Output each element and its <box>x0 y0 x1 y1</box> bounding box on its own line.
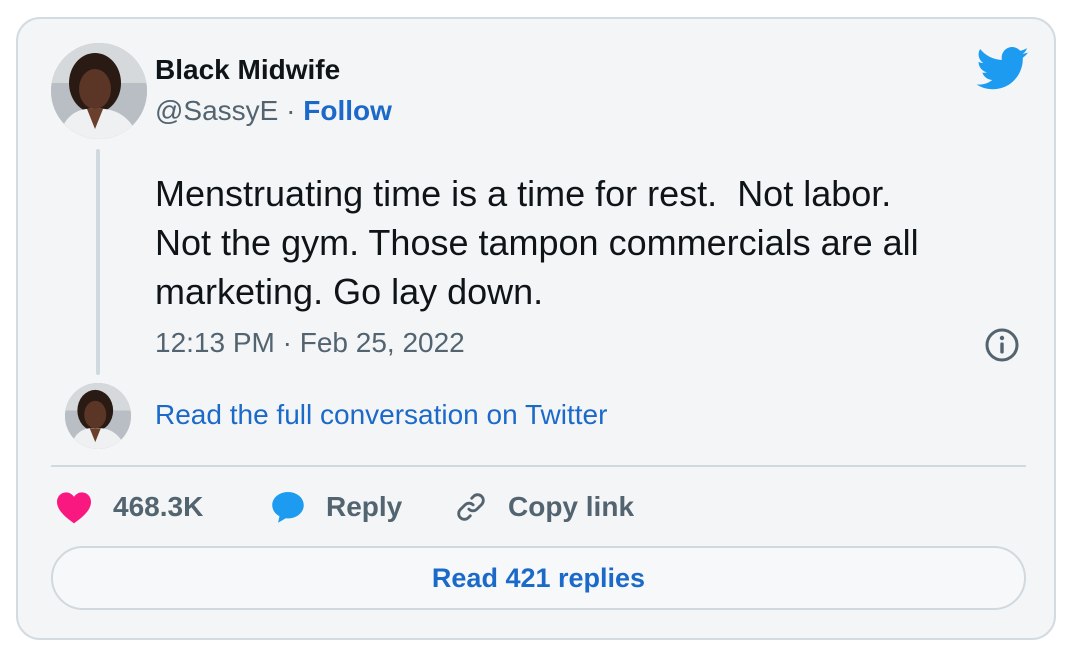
author-handle[interactable]: @SassyE <box>155 95 278 126</box>
thread-line <box>96 149 100 375</box>
read-replies-label: Read 421 replies <box>431 562 646 593</box>
tweet-text: Menstruating time is a time for rest. No… <box>155 173 919 312</box>
author-name[interactable]: Black Midwife <box>155 54 340 86</box>
read-conversation-link[interactable]: Read the full conversation on Twitter <box>155 399 607 431</box>
conversation-avatar-image <box>65 383 131 449</box>
info-icon[interactable] <box>984 327 1020 363</box>
follow-button[interactable]: Follow <box>303 95 392 126</box>
like-button[interactable]: 468.3K <box>55 487 203 527</box>
heart-icon <box>57 492 91 524</box>
handle-row: @SassyE · Follow <box>155 95 392 127</box>
author-avatar-image <box>51 43 147 139</box>
conversation-avatar[interactable] <box>65 383 131 449</box>
read-replies-button[interactable]: Read 421 replies <box>51 546 1026 610</box>
author-avatar[interactable] <box>51 43 147 139</box>
like-count: 468.3K <box>113 491 204 522</box>
link-icon <box>457 493 485 521</box>
tweet-card: Black Midwife @SassyE · Follow Menstruat… <box>16 17 1056 640</box>
copy-link-label: Copy link <box>508 491 635 522</box>
tweet-timestamp[interactable]: 12:13 PM · Feb 25, 2022 <box>155 327 465 359</box>
handle-separator: · <box>278 95 304 126</box>
twitter-bird-icon[interactable] <box>976 47 1030 91</box>
divider <box>51 465 1026 467</box>
reply-label: Reply <box>326 491 403 522</box>
speech-bubble-icon <box>272 492 304 523</box>
reply-button[interactable]: Reply <box>270 487 402 527</box>
copy-link-button[interactable]: Copy link <box>454 487 634 527</box>
